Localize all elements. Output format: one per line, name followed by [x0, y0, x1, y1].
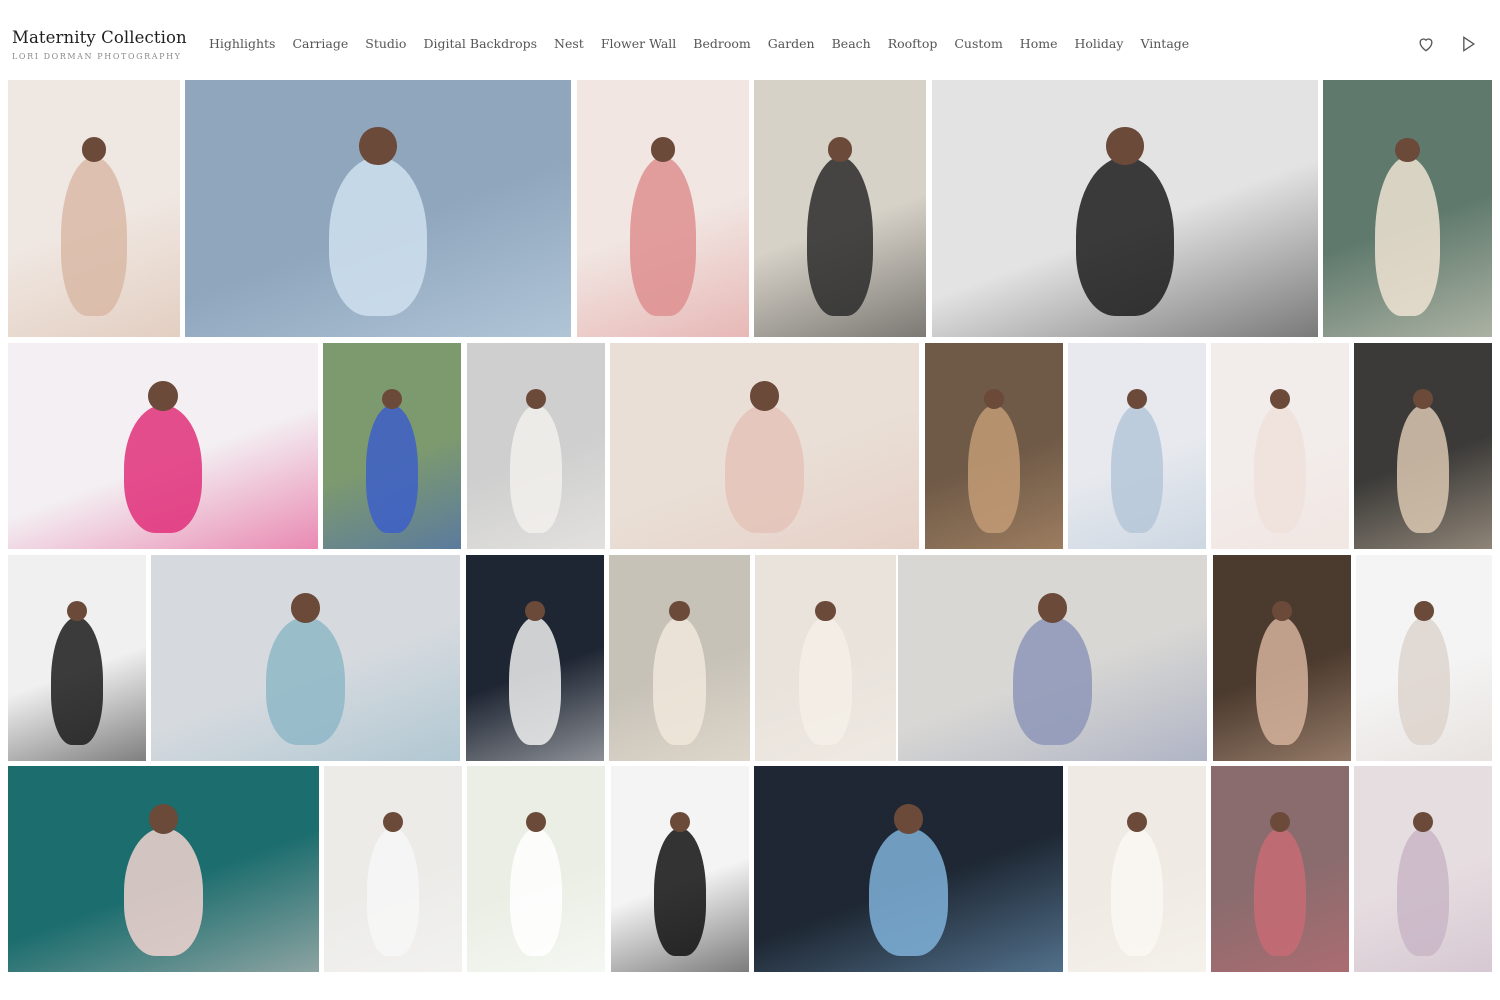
photo-subject [1110, 404, 1164, 533]
photo-subject-head [526, 388, 546, 409]
photo-subject-head [148, 381, 178, 411]
photo-subject [365, 404, 419, 533]
gallery-photo[interactable] [1211, 766, 1349, 972]
photo-subject [123, 404, 203, 533]
photo-subject-head [1270, 811, 1290, 832]
photo-subject-head [749, 381, 780, 411]
photo-subject-head [290, 593, 321, 623]
gallery-photo[interactable] [467, 766, 605, 972]
photo-subject [1253, 827, 1307, 956]
gallery-photo[interactable] [754, 80, 926, 337]
photo-subject-head [525, 600, 545, 621]
gallery-photo[interactable] [611, 766, 749, 972]
gallery-photo[interactable] [1068, 343, 1206, 549]
photo-subject-head [1414, 601, 1434, 621]
photo-subject-head [526, 811, 546, 832]
photo-subject [1110, 827, 1164, 956]
photo-subject-head [1272, 600, 1292, 621]
gallery-photo[interactable] [1323, 80, 1492, 337]
photo-subject [652, 616, 707, 745]
photo-subject [329, 157, 427, 317]
photo-subject-head [67, 600, 87, 621]
gallery-photo[interactable] [754, 766, 1063, 972]
photo-subject-head [1127, 388, 1147, 409]
photo-subject [1253, 404, 1307, 533]
photo-subject [509, 404, 563, 533]
photo-subject-head [827, 137, 853, 163]
photo-subject [1396, 404, 1450, 533]
gallery-photo[interactable] [1354, 343, 1492, 549]
photo-subject-head [669, 600, 690, 621]
gallery-photo[interactable] [151, 555, 460, 761]
photo-subject [509, 827, 563, 956]
gallery-photo[interactable] [323, 343, 461, 549]
photo-subject [124, 827, 203, 956]
gallery-photo[interactable] [932, 80, 1318, 337]
gallery-photo[interactable] [8, 80, 180, 337]
gallery-photo[interactable] [755, 555, 896, 761]
photo-subject [869, 827, 948, 956]
photo-subject-head [1413, 811, 1433, 832]
photo-subject-head [1270, 388, 1290, 409]
photo-subject-head [148, 804, 179, 834]
photo-subject [1375, 157, 1440, 317]
photo-subject [725, 404, 804, 533]
photo-subject-head [1106, 127, 1144, 165]
photo-subject [807, 157, 873, 317]
gallery-photo[interactable] [577, 80, 749, 337]
gallery-photo[interactable] [324, 766, 462, 972]
gallery-photo[interactable] [467, 343, 605, 549]
photo-subject [1396, 827, 1450, 956]
photo-subject-head [670, 811, 690, 832]
gallery-photo[interactable] [925, 343, 1063, 549]
photo-subject [630, 157, 696, 317]
gallery-photo[interactable] [8, 766, 319, 972]
photo-subject-head [359, 127, 397, 165]
photo-subject-head [650, 137, 676, 163]
photo-subject [508, 616, 562, 745]
photo-subject-head [382, 388, 402, 409]
photo-subject-head [1037, 593, 1068, 623]
photo-subject [266, 616, 345, 745]
photo-subject-head [383, 811, 403, 832]
photo-subject-head [1127, 811, 1147, 832]
photo-subject [366, 827, 420, 956]
photo-subject-head [893, 804, 924, 834]
gallery-photo[interactable] [8, 343, 318, 549]
gallery-photo[interactable] [898, 555, 1207, 761]
gallery-photo[interactable] [1354, 766, 1492, 972]
photo-subject-head [1395, 137, 1420, 162]
photo-subject [798, 616, 853, 745]
gallery-photo[interactable] [1211, 343, 1349, 549]
photo-subject [653, 827, 707, 956]
gallery-photo[interactable] [466, 555, 604, 761]
photo-subject [1013, 616, 1092, 745]
gallery-photo[interactable] [609, 555, 750, 761]
gallery-photo[interactable] [185, 80, 571, 337]
gallery-photo[interactable] [1213, 555, 1351, 761]
gallery-photo[interactable] [8, 555, 146, 761]
photo-subject [1076, 157, 1174, 317]
photo-subject [50, 616, 104, 745]
photo-subject-head [1413, 388, 1433, 409]
photo-gallery [0, 0, 1500, 1000]
photo-subject-head [984, 388, 1004, 409]
photo-subject-head [81, 137, 107, 163]
gallery-photo[interactable] [1068, 766, 1206, 972]
photo-subject [967, 404, 1021, 533]
photo-subject [1255, 616, 1309, 745]
gallery-photo[interactable] [1356, 555, 1492, 761]
photo-subject [1398, 616, 1450, 745]
photo-subject [61, 157, 127, 317]
gallery-photo[interactable] [610, 343, 919, 549]
photo-subject-head [815, 600, 836, 621]
